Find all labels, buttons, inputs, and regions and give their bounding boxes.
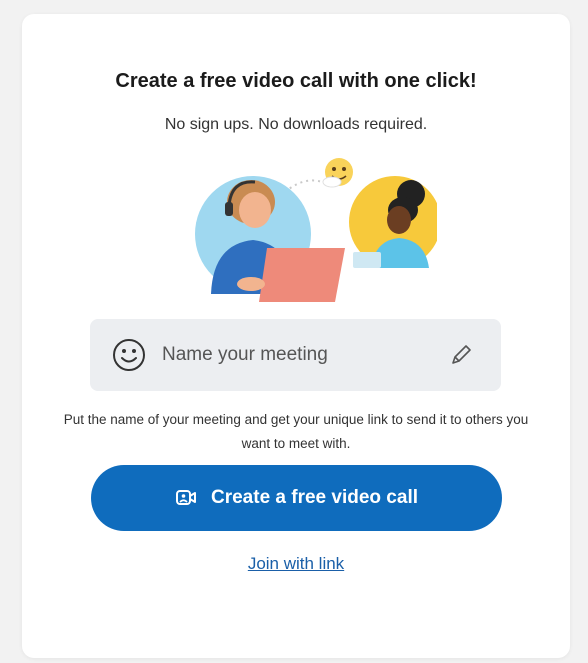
card-title: Create a free video call with one click! — [115, 70, 477, 92]
smile-icon — [113, 339, 145, 371]
video-call-illustration — [167, 144, 441, 304]
pencil-icon[interactable] — [449, 343, 473, 367]
video-call-card: Create a free video call with one click!… — [22, 14, 570, 658]
create-free-video-call-button[interactable]: Create a free video call — [91, 465, 502, 531]
helper-text: Put the name of your meeting and get you… — [63, 412, 529, 451]
meeting-name-input[interactable] — [162, 333, 432, 377]
create-call-label: Create a free video call — [211, 487, 418, 508]
video-call-icon — [176, 490, 196, 505]
card-subtitle: No sign ups. No downloads required. — [164, 116, 428, 133]
join-link-row: Join with link — [22, 554, 570, 574]
meeting-name-box[interactable] — [90, 319, 501, 391]
join-with-link[interactable]: Join with link — [248, 554, 344, 573]
